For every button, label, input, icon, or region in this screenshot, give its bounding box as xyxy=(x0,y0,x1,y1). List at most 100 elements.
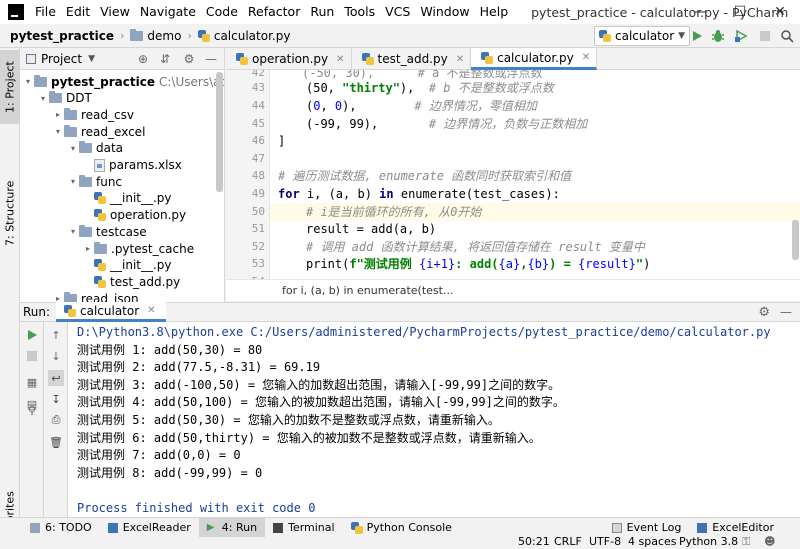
tool-tab-project[interactable]: 1: Project xyxy=(0,50,20,124)
run-console[interactable]: D:\Python3.8\python.exe C:/Users/adminis… xyxy=(68,322,800,517)
close-icon[interactable]: ✕ xyxy=(760,0,800,24)
arrow-up-icon[interactable]: ↑ xyxy=(48,327,64,343)
search-everywhere-icon[interactable] xyxy=(778,27,796,45)
tree-item[interactable]: ▾ read_excel xyxy=(20,123,145,140)
code-line: # 调用 add 函数计算结果, 将返回值存储在 result 变量中 xyxy=(306,238,645,256)
tree-item[interactable]: ▾ DDT xyxy=(20,90,92,107)
locate-file-icon[interactable]: ⊕ xyxy=(136,52,150,66)
menu-help[interactable]: Help xyxy=(475,0,514,24)
run-tab-calculator[interactable]: calculator ✕ xyxy=(56,302,166,322)
chevron-down-icon[interactable]: ▾ xyxy=(67,177,79,186)
tool-tab-terminal[interactable]: Terminal xyxy=(265,518,343,538)
close-tab-icon[interactable]: ✕ xyxy=(582,52,590,63)
soft-wrap-icon[interactable]: ↩ xyxy=(48,370,64,386)
run-icon[interactable] xyxy=(688,27,706,45)
maximize-icon[interactable]: ☐ xyxy=(720,0,760,24)
python-file-icon xyxy=(94,209,106,222)
print-icon[interactable]: ⎙ xyxy=(48,412,64,428)
run-configuration-select[interactable]: calculator ▼ xyxy=(594,26,690,46)
tool-tab-structure[interactable]: 7: Structure xyxy=(0,173,20,253)
stop-icon[interactable] xyxy=(756,27,774,45)
close-tab-icon[interactable]: ✕ xyxy=(147,305,155,316)
hide-panel-icon[interactable]: — xyxy=(204,52,218,66)
code-editor[interactable]: 42 43 44 45 46 47 48 49 50 51 52 53 54 (… xyxy=(226,70,800,279)
tab-calculator[interactable]: calculator.py ✕ xyxy=(471,48,598,70)
chevron-down-icon[interactable]: ▾ xyxy=(67,144,79,153)
tree-item[interactable]: ▾ func xyxy=(20,173,122,190)
file-encoding[interactable]: UTF-8 xyxy=(589,536,621,548)
title-bar: File Edit View Navigate Code Refactor Ru… xyxy=(0,0,800,24)
menu-vcs[interactable]: VCS xyxy=(380,0,415,24)
breadcrumb-demo[interactable]: demo xyxy=(130,28,181,43)
close-tab-icon[interactable]: ✕ xyxy=(336,54,344,65)
menu-run[interactable]: Run xyxy=(305,0,339,24)
gear-icon[interactable]: ⚙ xyxy=(182,52,196,66)
line-number: 49 xyxy=(251,187,265,200)
chevron-down-icon[interactable]: ▾ xyxy=(52,127,64,136)
left-tool-strip: 1: Project 7: Structure 2: Favorites xyxy=(0,48,20,549)
tab-test-add[interactable]: test_add.py ✕ xyxy=(352,48,472,70)
tree-item[interactable]: operation.py xyxy=(20,207,186,224)
menu-tools[interactable]: Tools xyxy=(339,0,380,24)
tab-operation[interactable]: operation.py ✕ xyxy=(226,48,352,70)
menu-file[interactable]: File xyxy=(30,0,61,24)
run-panel-header: Run: calculator ✕ ⚙ — xyxy=(20,302,800,322)
python-interpreter[interactable]: Python 3.8 xyxy=(679,536,738,548)
chevron-right-icon[interactable]: ▸ xyxy=(52,294,64,302)
tool-tab-todo[interactable]: 6: TODO xyxy=(22,518,100,538)
debug-icon[interactable] xyxy=(709,27,727,45)
menu-window[interactable]: Window xyxy=(415,0,474,24)
chevron-down-icon[interactable]: ▼ xyxy=(88,54,95,64)
gear-icon[interactable]: ⚙ xyxy=(758,305,770,320)
trash-icon[interactable]: 🗑 xyxy=(48,434,64,450)
stop-icon[interactable] xyxy=(24,348,40,364)
tree-item[interactable]: __init__.py xyxy=(20,257,172,274)
arrow-down-icon[interactable]: ↓ xyxy=(48,348,64,364)
code-breadcrumb[interactable]: for i, (a, b) in enumerate(test... xyxy=(226,279,800,301)
menu-edit[interactable]: Edit xyxy=(61,0,95,24)
inspector-icon[interactable]: ☻ xyxy=(764,536,775,548)
tree-item[interactable]: test_add.py xyxy=(20,273,180,290)
minimize-icon[interactable]: — xyxy=(680,0,720,24)
chevron-right-icon[interactable]: ▸ xyxy=(52,110,64,119)
hide-panel-icon[interactable]: — xyxy=(780,305,792,319)
breadcrumb-project[interactable]: pytest_practice xyxy=(10,29,114,43)
menu-refactor[interactable]: Refactor xyxy=(243,0,305,24)
indent-setting[interactable]: 4 spaces xyxy=(628,536,677,548)
menu-navigate[interactable]: Navigate xyxy=(135,0,201,24)
folder-icon xyxy=(130,28,144,41)
scroll-to-end-icon[interactable]: ↧ xyxy=(48,391,64,407)
layout-icon[interactable]: ▦ xyxy=(24,374,40,390)
collapse-all-icon[interactable]: ⇵ xyxy=(158,52,172,66)
breadcrumb-file[interactable]: calculator.py xyxy=(197,29,290,43)
rerun-icon[interactable] xyxy=(24,327,40,343)
tree-item[interactable]: __init__.py xyxy=(20,190,172,207)
menu-code[interactable]: Code xyxy=(201,0,243,24)
tree-item[interactable]: ▸ read_json xyxy=(20,290,139,302)
tree-item[interactable]: ▾ data xyxy=(20,140,123,157)
tree-item[interactable]: ▾ testcase xyxy=(20,223,147,240)
chevron-down-icon[interactable]: ▾ xyxy=(37,94,49,103)
chevron-down-icon[interactable]: ▾ xyxy=(22,77,34,86)
caret-position[interactable]: 50:21 xyxy=(518,536,550,548)
pin-icon[interactable]: ⚲ xyxy=(24,402,40,418)
tool-tab-excelreader[interactable]: ExcelReader xyxy=(100,518,199,538)
tool-tab-label: 4: Run xyxy=(221,521,258,534)
chevron-right-icon[interactable]: ▸ xyxy=(82,244,94,253)
lock-icon[interactable]: ⚿ xyxy=(742,536,750,548)
menu-view[interactable]: View xyxy=(95,0,135,24)
editor-scrollbar[interactable] xyxy=(792,220,799,260)
tool-tab-python-console[interactable]: Python Console xyxy=(343,518,460,538)
project-scrollbar[interactable] xyxy=(216,72,223,192)
folder-icon xyxy=(34,74,47,87)
tree-item[interactable]: ▸ .pytest_cache xyxy=(20,240,194,257)
tree-item[interactable]: ▾pytest_practiceC:\Users\administer xyxy=(20,73,224,90)
chevron-down-icon[interactable]: ▾ xyxy=(67,227,79,236)
tool-tab-run[interactable]: ▶ 4: Run xyxy=(198,517,266,538)
line-separator[interactable]: CRLF xyxy=(554,536,582,548)
code-token: (-99, 99), xyxy=(306,117,429,131)
tree-item[interactable]: ▸ read_csv xyxy=(20,106,134,123)
close-tab-icon[interactable]: ✕ xyxy=(456,54,464,65)
tree-item[interactable]: params.xlsx xyxy=(20,157,182,174)
coverage-icon[interactable] xyxy=(732,27,750,45)
